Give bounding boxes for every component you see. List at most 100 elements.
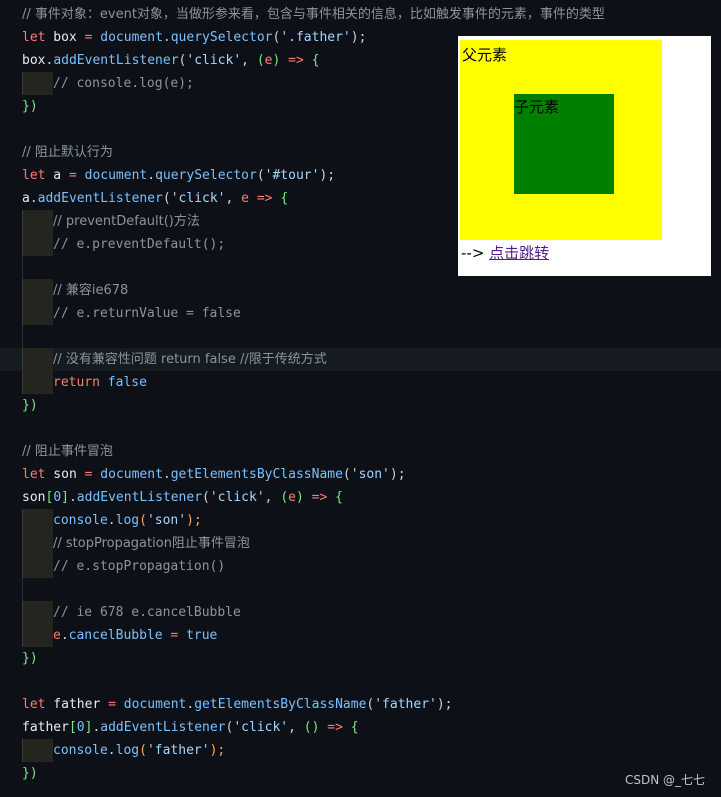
- code-line: // 事件对象：event对象，当做形参来看，包含与事件相关的信息，比如触发事件…: [0, 3, 721, 26]
- indent-guide: [22, 624, 53, 647]
- code-comment: // stopPropagation阻止事件冒泡: [53, 536, 250, 551]
- function-name: querySelector: [170, 30, 273, 45]
- property: cancelBubble: [68, 628, 163, 643]
- punct: .: [162, 467, 171, 482]
- code-comment: // 事件对象：event对象，当做形参来看，包含与事件相关的信息，比如触发事件…: [22, 7, 605, 22]
- identifier: box: [45, 30, 85, 45]
- code-line: console.log('son');: [0, 509, 721, 532]
- indent-guide: [22, 256, 23, 279]
- punct: [: [68, 720, 77, 735]
- jump-link[interactable]: 点击跳转: [489, 244, 549, 262]
- indent-guide: [22, 555, 53, 578]
- code-line: let son = document.getElementsByClassNam…: [0, 463, 721, 486]
- father-label: 父元素: [462, 46, 508, 64]
- punct: );: [436, 697, 453, 712]
- punct: );: [209, 743, 226, 758]
- punct: {: [335, 490, 343, 505]
- link-row: --> 点击跳转: [461, 242, 549, 263]
- object: document: [100, 467, 163, 482]
- code-line: // 阻止事件冒泡: [0, 440, 721, 463]
- identifier: father: [45, 697, 109, 712]
- code-line: // stopPropagation阻止事件冒泡: [0, 532, 721, 555]
- code-line: father[0].addEventListener('click', () =…: [0, 716, 721, 739]
- punct: (: [256, 168, 265, 183]
- code-line: // e.returnValue = false: [0, 302, 721, 325]
- punct: (: [139, 513, 147, 528]
- code-comment: // 兼容ie678: [53, 283, 129, 298]
- punct: (: [280, 490, 289, 505]
- punct: .: [107, 513, 116, 528]
- code-line: e.cancelBubble = true: [0, 624, 721, 647]
- number: 0: [76, 720, 85, 735]
- function-name: getElementsByClassName: [170, 467, 343, 482]
- indent-guide: [22, 72, 53, 95]
- punct: {: [311, 53, 320, 68]
- identifier: a: [22, 191, 30, 206]
- punct: (: [256, 53, 265, 68]
- keyword: let: [22, 168, 46, 183]
- code-comment: // console.log(e);: [53, 76, 194, 91]
- punct: );: [186, 513, 202, 528]
- function-name: getElementsByClassName: [194, 697, 367, 712]
- arrow-text: -->: [461, 244, 490, 262]
- punct: (: [139, 743, 147, 758]
- identifier: box: [22, 53, 46, 68]
- function-name: log: [115, 513, 140, 528]
- code-comment: // preventDefault()方法: [53, 214, 200, 229]
- object: console: [53, 513, 108, 528]
- indent-guide: [22, 532, 53, 555]
- code-line: }): [0, 762, 721, 785]
- code-comment: // e.preventDefault();: [53, 237, 226, 252]
- operator: =: [68, 168, 85, 183]
- constant: true: [186, 628, 218, 643]
- code-line: }): [0, 647, 721, 670]
- arrow: =>: [280, 53, 312, 68]
- function-name: querySelector: [155, 168, 257, 183]
- indent-guide: [22, 371, 53, 394]
- indent-guide: [22, 325, 23, 348]
- parameter: e: [241, 191, 249, 206]
- identifier: son: [22, 490, 46, 505]
- keyword: let: [22, 467, 46, 482]
- indent-guide: [22, 509, 53, 532]
- object: document: [123, 697, 187, 712]
- string: 'father': [146, 743, 210, 758]
- code-line-blank: [0, 578, 721, 601]
- object: console: [53, 743, 108, 758]
- code-line: }): [0, 394, 721, 417]
- punct: }): [22, 99, 38, 114]
- number: 0: [53, 490, 62, 505]
- string: 'click': [209, 490, 265, 505]
- string: '#tour': [264, 168, 320, 183]
- punct: }): [22, 766, 38, 781]
- indent-guide: [22, 601, 53, 624]
- string: '.father': [280, 30, 351, 45]
- punct: ,: [241, 53, 257, 68]
- code-line: // e.stopPropagation(): [0, 555, 721, 578]
- code-line: // 兼容ie678: [0, 279, 721, 302]
- indent-guide: [22, 578, 23, 601]
- punct: ,: [225, 191, 242, 206]
- punct: );: [319, 168, 336, 183]
- operator: =: [108, 697, 124, 712]
- punct: {: [350, 720, 359, 735]
- keyword: let: [22, 697, 46, 712]
- function-name: log: [115, 743, 140, 758]
- code-line: son[0].addEventListener('click', (e) => …: [0, 486, 721, 509]
- punct: .: [162, 30, 171, 45]
- operator: =: [84, 30, 101, 45]
- father-box[interactable]: 父元素 子元素: [460, 40, 662, 240]
- arrow: =>: [249, 191, 281, 206]
- function-name: addEventListener: [53, 53, 179, 68]
- code-comment: // 阻止事件冒泡: [22, 444, 113, 459]
- code-comment: // ie 678 e.cancelBubble: [53, 605, 241, 620]
- code-line: console.log('father');: [0, 739, 721, 762]
- code-line-highlighted: // 没有兼容性问题 return false //限于传统方式: [0, 348, 721, 371]
- code-line: let father = document.getElementsByClass…: [0, 693, 721, 716]
- son-label: 子元素: [514, 98, 560, 116]
- punct: (: [342, 467, 351, 482]
- function-name: addEventListener: [100, 720, 226, 735]
- arrow: =>: [319, 720, 351, 735]
- string: 'click': [233, 720, 289, 735]
